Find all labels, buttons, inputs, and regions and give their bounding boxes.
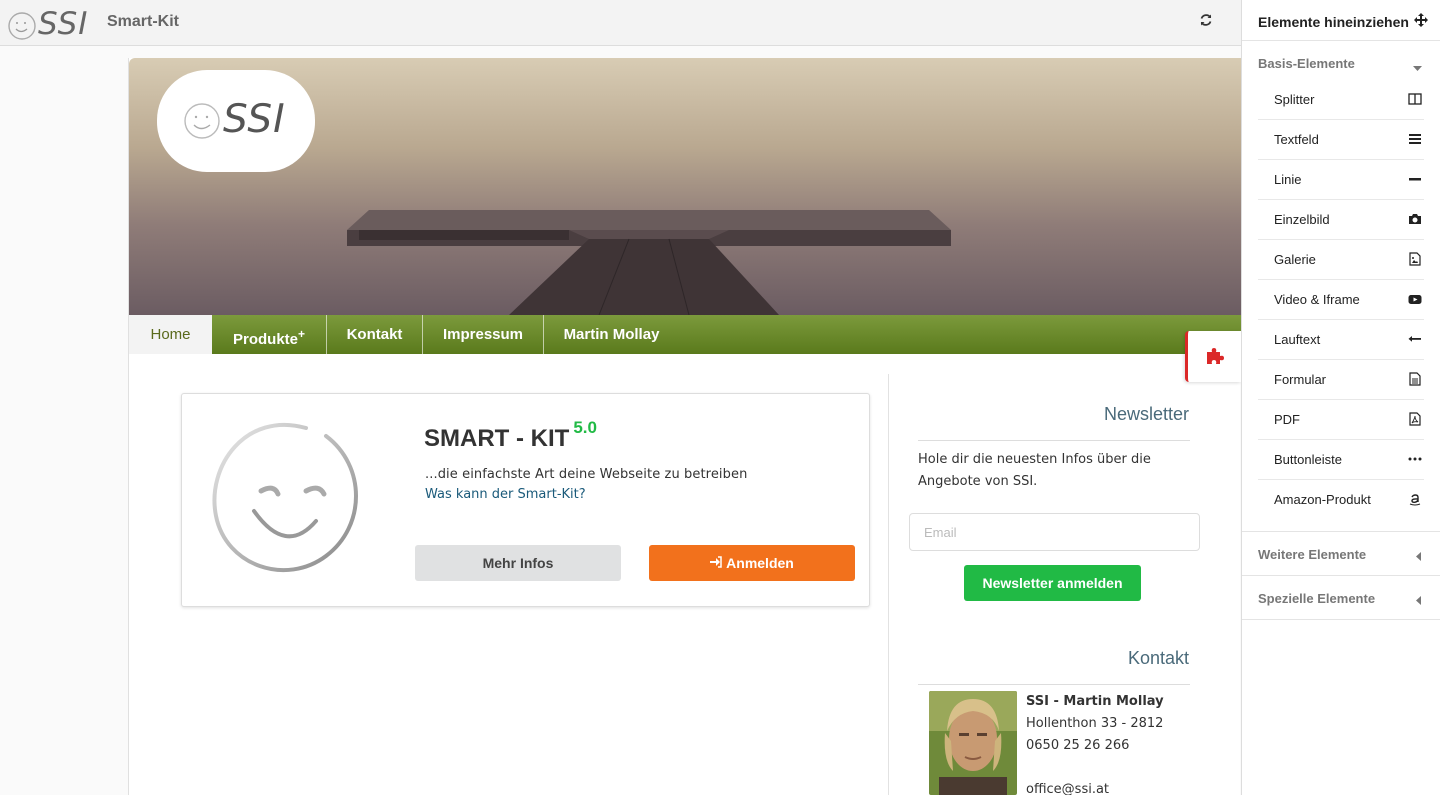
top-bar: SSI Smart-Kit [0, 0, 1241, 46]
divider [918, 440, 1190, 441]
caret-down-icon [1413, 60, 1422, 75]
group-spezielle-elemente[interactable]: Spezielle Elemente [1258, 591, 1440, 606]
ellipsis-icon [1408, 452, 1422, 466]
panel-title: Elemente hineinziehen [1258, 14, 1409, 30]
nav-item-martin-mollay[interactable]: Martin Mollay [544, 315, 679, 354]
email-field[interactable] [909, 513, 1200, 551]
signin-button[interactable]: Anmelden [649, 545, 855, 581]
button-label: Mehr Infos [482, 555, 554, 571]
file-text-icon [1408, 372, 1422, 386]
element-buttonleiste[interactable]: Buttonleiste [1258, 440, 1424, 480]
logo-text: SSI [38, 6, 89, 42]
refresh-icon[interactable] [1199, 13, 1219, 33]
nav-label: Impressum [442, 326, 524, 343]
divider [918, 684, 1190, 685]
divider [1242, 531, 1440, 532]
group-weitere-elemente[interactable]: Weitere Elemente [1258, 547, 1440, 562]
amazon-icon [1408, 492, 1422, 506]
element-formular[interactable]: Formular [1258, 360, 1424, 400]
item-label: PDF [1274, 412, 1300, 427]
contact-heading: Kontakt [1127, 648, 1189, 668]
group-label: Basis-Elemente [1258, 56, 1355, 71]
puzzle-tab[interactable] [1185, 331, 1241, 382]
panel-header: Elemente hineinziehen [1242, 0, 1440, 41]
submenu-indicator: + [298, 327, 306, 341]
arrow-left-icon [1408, 332, 1422, 346]
more-info-button[interactable]: Mehr Infos [415, 545, 621, 581]
group-label: Spezielle Elemente [1258, 591, 1376, 606]
contact-photo [929, 691, 1017, 795]
contact-email[interactable]: office@ssi.at [1026, 782, 1109, 795]
newsletter-subscribe-button[interactable]: Newsletter anmelden [964, 565, 1141, 601]
hero-banner: SSI [129, 58, 1241, 315]
smart-kit-link[interactable]: Was kann der Smart-Kit? [425, 487, 586, 502]
card-title: SMART - KIT 5.0 [424, 418, 597, 453]
item-label: Linie [1274, 172, 1302, 187]
columns-icon [1408, 92, 1422, 106]
element-splitter[interactable]: Splitter [1258, 80, 1424, 120]
column-divider [888, 374, 889, 795]
element-amazon-produkt[interactable]: Amazon-Produkt [1258, 480, 1424, 520]
element-galerie[interactable]: Galerie [1258, 240, 1424, 280]
contact-name: SSI - Martin Mollay [1026, 694, 1164, 709]
group-label: Weitere Elemente [1258, 547, 1367, 562]
item-label: Buttonleiste [1274, 452, 1342, 467]
newsletter-text: Hole dir die neuesten Infos über die Ang… [918, 452, 1151, 489]
button-label: Anmelden [726, 555, 794, 571]
caret-left-icon [1416, 593, 1422, 608]
item-label: Video & Iframe [1274, 292, 1360, 307]
element-pdf[interactable]: PDF [1258, 400, 1424, 440]
nav-label: Home [150, 326, 191, 343]
card-description: ...die einfachste Art deine Webseite zu … [425, 467, 748, 482]
element-lauftext[interactable]: Lauftext [1258, 320, 1424, 360]
ssi-logo[interactable]: SSI [6, 6, 96, 42]
nav-item-home[interactable]: Home [129, 315, 212, 354]
image-file-icon [1408, 252, 1422, 266]
nav-item-kontakt[interactable]: Kontakt [327, 315, 423, 354]
divider [1242, 575, 1440, 576]
divider [1242, 619, 1440, 620]
version-badge: 5.0 [573, 418, 597, 437]
align-justify-icon [1408, 132, 1422, 146]
item-label: Textfeld [1274, 132, 1319, 147]
nav-label: Produkte [232, 331, 298, 348]
smart-kit-card: SMART - KIT 5.0 ...die einfachste Art dei… [181, 393, 870, 607]
nav-label: Kontakt [346, 326, 403, 343]
nav-label: Martin Mollay [563, 326, 660, 343]
element-linie[interactable]: Linie [1258, 160, 1424, 200]
caret-left-icon [1416, 549, 1422, 564]
item-label: Galerie [1274, 252, 1316, 267]
pdf-file-icon [1408, 412, 1422, 426]
nav-item-produkte[interactable]: Produkte+ [212, 315, 327, 354]
puzzle-icon [1207, 348, 1224, 364]
element-video-iframe[interactable]: Video & Iframe [1258, 280, 1424, 320]
group-basis-elemente[interactable]: Basis-Elemente [1258, 56, 1440, 71]
contact-address: Hollenthon 33 - 2812 [1026, 716, 1164, 731]
item-label: Lauftext [1274, 332, 1321, 347]
app-title: Smart-Kit [107, 13, 180, 30]
contact-phone: 0650 25 26 266 [1026, 738, 1130, 753]
hero-logo-text: SSI [223, 97, 286, 142]
smiley-icon [212, 422, 358, 573]
element-einzelbild[interactable]: Einzelbild [1258, 200, 1424, 240]
nav-item-impressum[interactable]: Impressum [423, 315, 544, 354]
hero-logo: SSI [157, 70, 315, 172]
element-textfeld[interactable]: Textfeld [1258, 120, 1424, 160]
minus-icon [1408, 172, 1422, 186]
sign-in-icon [710, 545, 722, 581]
camera-icon [1408, 212, 1422, 226]
button-label: Newsletter anmelden [982, 575, 1123, 591]
title-text: SMART - KIT [424, 425, 570, 452]
newsletter-heading: Newsletter [1103, 404, 1189, 424]
elements-panel: Elemente hineinziehen Basis-Elemente Spl… [1241, 0, 1440, 795]
item-label: Einzelbild [1274, 212, 1330, 227]
page-canvas: SSI Home Produkte+ Kontakt Impressum Mar… [128, 58, 1241, 795]
item-label: Amazon-Produkt [1274, 492, 1371, 507]
youtube-icon [1408, 292, 1422, 306]
item-label: Formular [1274, 372, 1327, 387]
move-icon[interactable] [1414, 13, 1428, 32]
item-label: Splitter [1274, 92, 1315, 107]
main-navigation: Home Produkte+ Kontakt Impressum Martin … [129, 315, 1241, 354]
